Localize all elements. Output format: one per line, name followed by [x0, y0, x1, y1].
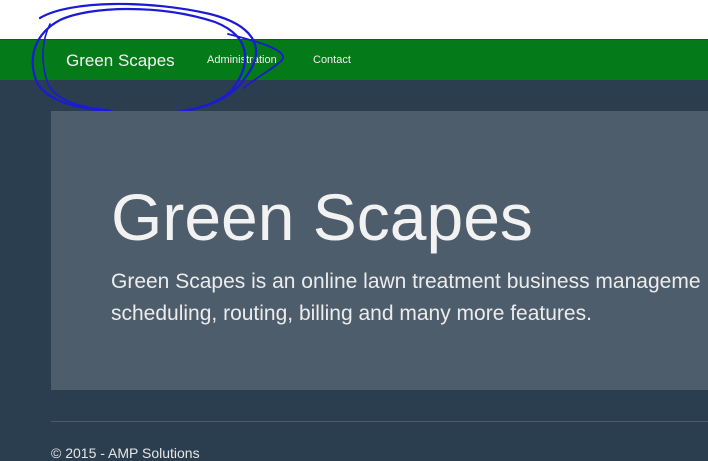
navbar: Green Scapes Administration Contact — [0, 39, 708, 80]
footer-divider — [51, 421, 708, 422]
hero-description-line: scheduling, routing, billing and many mo… — [111, 302, 592, 325]
hero-description: Green Scapes is an online lawn treatment… — [111, 266, 708, 330]
nav-link-administration[interactable]: Administration — [207, 54, 277, 66]
browser-top-area — [0, 0, 708, 39]
hero-title: Green Scapes — [111, 180, 533, 254]
hero-description-line: Green Scapes is an online lawn treatment… — [111, 270, 701, 293]
footer-copyright: © 2015 - AMP Solutions — [51, 445, 200, 461]
nav-link-contact[interactable]: Contact — [313, 54, 351, 66]
jumbotron: Green Scapes Green Scapes is an online l… — [51, 111, 708, 390]
brand-link[interactable]: Green Scapes — [66, 51, 175, 71]
